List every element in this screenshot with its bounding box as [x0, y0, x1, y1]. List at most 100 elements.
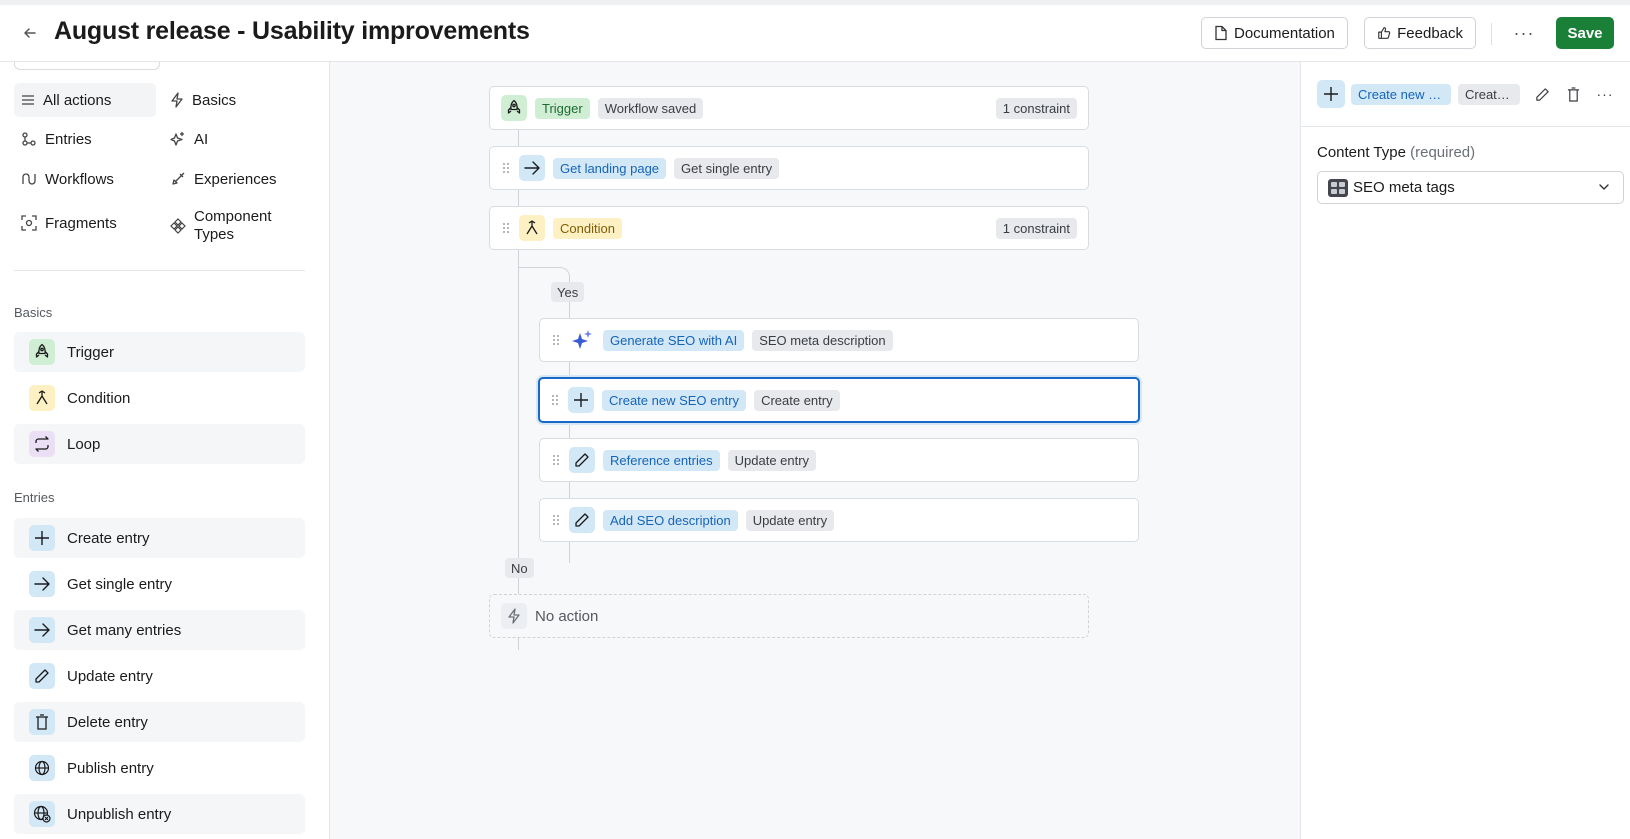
- node-type-pill: Condition: [553, 217, 622, 239]
- node-type-pill: Trigger: [535, 97, 590, 119]
- step-more-button[interactable]: ···: [1593, 82, 1617, 106]
- category-label: Basics: [192, 91, 237, 109]
- experiences-icon: [172, 172, 185, 185]
- content-type-select[interactable]: SEO meta tags: [1317, 171, 1624, 204]
- field-label-text: Content Type: [1317, 144, 1406, 161]
- action-publish-entry[interactable]: Publish entry: [14, 748, 305, 788]
- action-label: Update entry: [67, 667, 153, 685]
- drag-handle-icon[interactable]: [501, 162, 511, 174]
- category-all-actions[interactable]: All actions: [14, 83, 156, 117]
- save-button[interactable]: Save: [1556, 17, 1614, 49]
- arrow-right-icon: [519, 155, 545, 181]
- category-experiences[interactable]: Experiences: [163, 162, 305, 196]
- trash-icon: [1567, 86, 1579, 102]
- arrow-right-icon: [29, 617, 55, 643]
- plus-icon: [568, 387, 594, 413]
- feedback-label: Feedback: [1397, 24, 1463, 42]
- action-label: Delete entry: [67, 713, 148, 731]
- action-condition[interactable]: Condition: [14, 378, 305, 418]
- category-label: AI: [194, 130, 209, 148]
- edit-step-button[interactable]: [1530, 82, 1554, 106]
- category-component-types[interactable]: Component Types: [163, 206, 305, 246]
- node-title-pill: Add SEO description: [603, 509, 738, 531]
- node-detail-pill: Workflow saved: [597, 97, 704, 119]
- action-trigger[interactable]: Trigger: [14, 332, 305, 372]
- node-no-action[interactable]: No action: [489, 594, 1089, 638]
- feedback-button[interactable]: Feedback: [1364, 17, 1476, 49]
- category-workflows[interactable]: Workflows: [14, 162, 156, 196]
- category-ai[interactable]: AI: [163, 122, 305, 156]
- workflow-editor: August release - Usability improvements …: [0, 0, 1630, 839]
- action-unpublish-entry[interactable]: Unpublish entry: [14, 794, 305, 834]
- node-title-pill: Generate SEO with AI: [603, 329, 745, 351]
- node-generate-seo[interactable]: Generate SEO with AI SEO meta descriptio…: [539, 318, 1139, 362]
- node-add-seo-description[interactable]: Add SEO description Update entry: [539, 498, 1139, 542]
- list-icon: [22, 95, 34, 105]
- category-entries[interactable]: Entries: [14, 122, 156, 156]
- node-title-pill: Create new SEO entry: [602, 389, 747, 411]
- trash-icon: [29, 709, 55, 735]
- category-label: Entries: [45, 130, 92, 148]
- arrow-right-icon: [29, 571, 55, 597]
- node-reference-entries[interactable]: Reference entries Update entry: [539, 438, 1139, 482]
- action-label: Condition: [67, 389, 131, 407]
- workflow-canvas[interactable]: Trigger Workflow saved 1 constraint Get …: [330, 62, 1300, 839]
- more-options-button[interactable]: ···: [1510, 19, 1538, 47]
- node-get-landing-page[interactable]: Get landing page Get single entry: [489, 146, 1089, 190]
- pencil-icon: [1535, 87, 1549, 101]
- globe-icon: [29, 755, 55, 781]
- rocket-icon: [501, 95, 527, 121]
- action-update-entry[interactable]: Update entry: [14, 656, 305, 696]
- thumbs-up-icon: [1378, 27, 1391, 39]
- chevron-down-icon: [1599, 184, 1609, 190]
- entries-icon: [22, 132, 36, 146]
- documentation-button[interactable]: Documentation: [1201, 17, 1348, 49]
- ai-sparkle-icon: [569, 327, 595, 353]
- node-title-pill: Get landing page: [553, 157, 667, 179]
- no-branch-label: No: [505, 558, 534, 578]
- step-detail-pill: Create...: [1458, 84, 1520, 105]
- pencil-icon: [29, 663, 55, 689]
- loop-icon: [29, 431, 55, 457]
- action-get-single-entry[interactable]: Get single entry: [14, 564, 305, 604]
- action-label: Unpublish entry: [67, 805, 172, 823]
- actions-sidebar: All actions Basics Entries AI Workflows …: [0, 62, 330, 839]
- action-label: Create entry: [67, 529, 150, 547]
- bolt-icon: [171, 92, 183, 108]
- drag-handle-icon[interactable]: [550, 394, 560, 406]
- node-create-new-seo-entry[interactable]: Create new SEO entry Create entry: [538, 377, 1140, 423]
- action-delete-entry[interactable]: Delete entry: [14, 702, 305, 742]
- action-create-entry[interactable]: Create entry: [14, 518, 305, 558]
- drag-handle-icon[interactable]: [551, 334, 561, 346]
- node-condition[interactable]: Condition 1 constraint: [489, 206, 1089, 250]
- component-icon: [170, 218, 186, 234]
- yes-branch-label: Yes: [551, 282, 585, 302]
- action-label: Get single entry: [67, 575, 173, 593]
- action-label: Publish entry: [67, 759, 154, 777]
- node-detail-pill: Update entry: [745, 509, 835, 531]
- drag-handle-icon[interactable]: [551, 454, 561, 466]
- action-get-many-entries[interactable]: Get many entries: [14, 610, 305, 650]
- category-basics[interactable]: Basics: [163, 83, 305, 117]
- drag-handle-icon[interactable]: [551, 514, 561, 526]
- category-label: All actions: [43, 91, 112, 109]
- sidebar-divider: [14, 270, 305, 271]
- connector-line: [518, 250, 519, 650]
- section-title-basics: Basics: [14, 305, 53, 320]
- drag-handle-icon[interactable]: [501, 222, 511, 234]
- action-loop[interactable]: Loop: [14, 424, 305, 464]
- workflow-icon: [22, 173, 36, 185]
- delete-step-button[interactable]: [1561, 82, 1585, 106]
- documentation-label: Documentation: [1234, 24, 1335, 42]
- more-icon: ···: [1513, 22, 1535, 43]
- more-icon: ···: [1596, 86, 1614, 102]
- node-trigger[interactable]: Trigger Workflow saved 1 constraint: [489, 86, 1089, 130]
- step-details-header: Create new S... Create... ···: [1301, 62, 1630, 127]
- action-label: Trigger: [67, 343, 114, 361]
- action-label: Loop: [67, 435, 101, 453]
- branch-icon: [519, 215, 545, 241]
- globe-off-icon: [29, 801, 55, 827]
- search-input[interactable]: [14, 62, 160, 70]
- back-button[interactable]: [18, 21, 42, 45]
- category-fragments[interactable]: Fragments: [14, 206, 156, 240]
